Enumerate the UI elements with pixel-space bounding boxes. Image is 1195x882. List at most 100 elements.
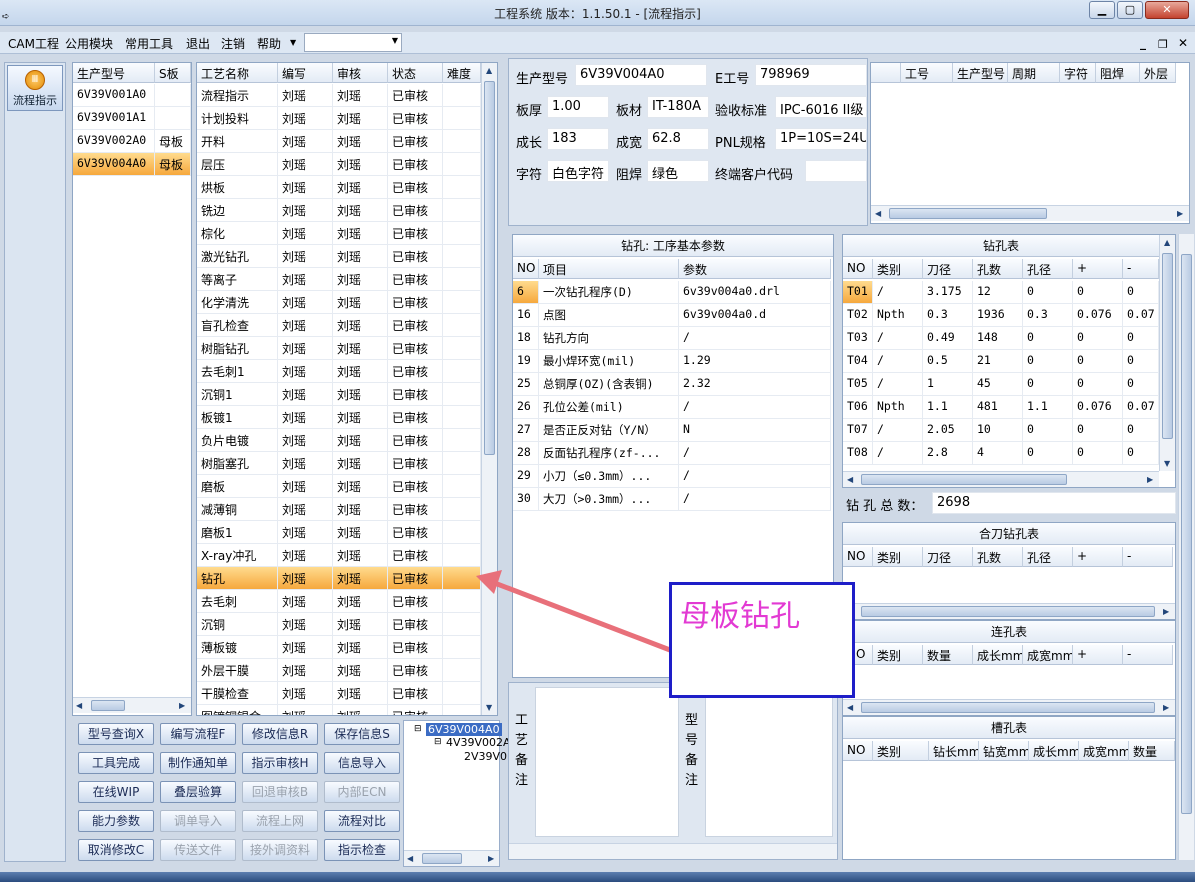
process-name-cell[interactable]: 减薄铜 (197, 498, 278, 521)
param-value-cell[interactable]: / (679, 327, 831, 350)
param-no-cell[interactable]: 30 (513, 488, 539, 511)
difficulty-cell[interactable] (443, 84, 481, 107)
drill-cell[interactable]: T04 (843, 350, 873, 373)
link-hscroll[interactable]: ◀ ▶ (843, 699, 1175, 715)
standard-field[interactable]: IPC-6016 II级 (775, 96, 867, 118)
link-column-header[interactable]: - (1123, 645, 1173, 665)
history-column-header[interactable]: 生产型号 (953, 63, 1008, 83)
thickness-field[interactable]: 1.00 (547, 96, 609, 118)
action-button[interactable]: 回退审核B (242, 781, 318, 803)
writer-cell[interactable]: 刘瑶 (278, 544, 333, 567)
reviewer-cell[interactable]: 刘瑶 (333, 498, 388, 521)
drill-cell[interactable]: 0.07 (1123, 304, 1159, 327)
memo-hscroll[interactable] (509, 843, 837, 859)
reviewer-cell[interactable]: 刘瑶 (333, 130, 388, 153)
action-button[interactable]: 叠层验算 (160, 781, 236, 803)
drill-cell[interactable]: 0.49 (923, 327, 973, 350)
scroll-down-icon[interactable]: ▼ (1164, 459, 1170, 468)
drill-cell[interactable]: / (873, 373, 923, 396)
action-button[interactable]: 传送文件 (160, 839, 236, 861)
drill-cell[interactable]: 0.076 (1073, 304, 1123, 327)
model-field[interactable]: 6V39V004A0 (575, 64, 707, 86)
param-item-cell[interactable]: 孔位公差(mil) (539, 396, 679, 419)
tree-collapse-icon[interactable]: ⊟ (434, 737, 442, 747)
flow-indication-button[interactable]: Ⅲ 流程指示 (7, 65, 63, 111)
status-cell[interactable]: 已审核 (388, 521, 443, 544)
process-name-cell[interactable]: X-ray冲孔 (197, 544, 278, 567)
drill-cell[interactable]: Npth (873, 396, 923, 419)
writer-cell[interactable]: 刘瑶 (278, 659, 333, 682)
process-name-cell[interactable]: 棕化 (197, 222, 278, 245)
link-column-header[interactable]: 成宽mm (1023, 645, 1073, 665)
param-value-cell[interactable]: 1.29 (679, 350, 831, 373)
reviewer-cell[interactable]: 刘瑶 (333, 521, 388, 544)
model-list-hscroll[interactable]: ◀ ▶ (73, 697, 191, 713)
param-item-cell[interactable]: 钻孔方向 (539, 327, 679, 350)
action-button[interactable]: 指示审核H (242, 752, 318, 774)
process-name-cell[interactable]: 钻孔 (197, 567, 278, 590)
status-cell[interactable]: 已审核 (388, 705, 443, 715)
status-cell[interactable]: 已审核 (388, 107, 443, 130)
param-value-cell[interactable]: / (679, 465, 831, 488)
mdi-close-button[interactable]: ✕ (1178, 36, 1188, 50)
scroll-thumb[interactable] (861, 474, 1067, 485)
param-item-header[interactable]: 项目 (539, 259, 679, 279)
drill-cell[interactable]: 0 (1073, 281, 1123, 304)
scroll-thumb[interactable] (422, 853, 462, 864)
drill-cell[interactable]: 0 (1123, 419, 1159, 442)
difficulty-cell[interactable] (443, 659, 481, 682)
writer-cell[interactable]: 刘瑶 (278, 521, 333, 544)
drill-cell[interactable]: 0 (1023, 281, 1073, 304)
drill-cell[interactable]: Npth (873, 304, 923, 327)
drill-cell[interactable]: 0.3 (1023, 304, 1073, 327)
reviewer-cell[interactable]: 刘瑶 (333, 337, 388, 360)
status-cell[interactable]: 已审核 (388, 406, 443, 429)
param-item-cell[interactable]: 一次钻孔程序(D) (539, 281, 679, 304)
param-no-cell[interactable]: 27 (513, 419, 539, 442)
drill-cell[interactable]: 0 (1023, 327, 1073, 350)
param-no-cell[interactable]: 28 (513, 442, 539, 465)
writer-cell[interactable]: 刘瑶 (278, 429, 333, 452)
process-name-cell[interactable]: 树脂钻孔 (197, 337, 278, 360)
status-cell[interactable]: 已审核 (388, 429, 443, 452)
process-name-cell[interactable]: 板镀1 (197, 406, 278, 429)
mdi-minimize-button[interactable]: _ (1140, 36, 1146, 50)
drill-cell[interactable]: 481 (973, 396, 1023, 419)
close-button[interactable]: ✕ (1145, 1, 1189, 19)
reviewer-cell[interactable]: 刘瑶 (333, 567, 388, 590)
drill-cell[interactable]: / (873, 442, 923, 465)
drill-cell[interactable]: 0 (1073, 419, 1123, 442)
scroll-right-icon[interactable]: ▶ (179, 701, 185, 710)
drill-column-header[interactable]: 刀径 (923, 259, 973, 279)
scroll-down-icon[interactable]: ▼ (486, 703, 492, 712)
param-value-cell[interactable]: / (679, 442, 831, 465)
difficulty-cell[interactable] (443, 107, 481, 130)
link-column-header[interactable]: 数量 (923, 645, 973, 665)
param-item-cell[interactable]: 小刀（≤0.3mm）... (539, 465, 679, 488)
writer-cell[interactable]: 刘瑶 (278, 452, 333, 475)
drill-column-header[interactable]: + (1073, 259, 1123, 279)
writer-cell[interactable]: 刘瑶 (278, 475, 333, 498)
status-cell[interactable]: 已审核 (388, 176, 443, 199)
menu-tools[interactable]: 常用工具 (125, 35, 173, 52)
model-cell[interactable]: 6V39V001A1 (73, 107, 155, 130)
reviewer-header[interactable]: 审核 (333, 63, 388, 83)
process-name-header[interactable]: 工艺名称 (197, 63, 278, 83)
maximize-button[interactable]: ▢ (1117, 1, 1143, 19)
slot-column-header[interactable]: 成长mm (1029, 741, 1079, 761)
param-no-header[interactable]: NO (513, 259, 539, 279)
slot-column-header[interactable]: NO (843, 741, 873, 761)
scroll-thumb[interactable] (861, 702, 1155, 713)
param-item-cell[interactable]: 点图 (539, 304, 679, 327)
drill-cell[interactable]: 0 (1073, 442, 1123, 465)
scroll-right-icon[interactable]: ▶ (1163, 607, 1169, 616)
reviewer-cell[interactable]: 刘瑶 (333, 406, 388, 429)
writer-cell[interactable]: 刘瑶 (278, 245, 333, 268)
action-button[interactable]: 工具完成 (78, 752, 154, 774)
reviewer-cell[interactable]: 刘瑶 (333, 452, 388, 475)
model-cell[interactable]: 6V39V002A0 (73, 130, 155, 153)
difficulty-cell[interactable] (443, 360, 481, 383)
e-number-field[interactable]: 798969 (755, 64, 867, 86)
action-button[interactable]: 修改信息R (242, 723, 318, 745)
process-name-cell[interactable]: 沉铜 (197, 613, 278, 636)
